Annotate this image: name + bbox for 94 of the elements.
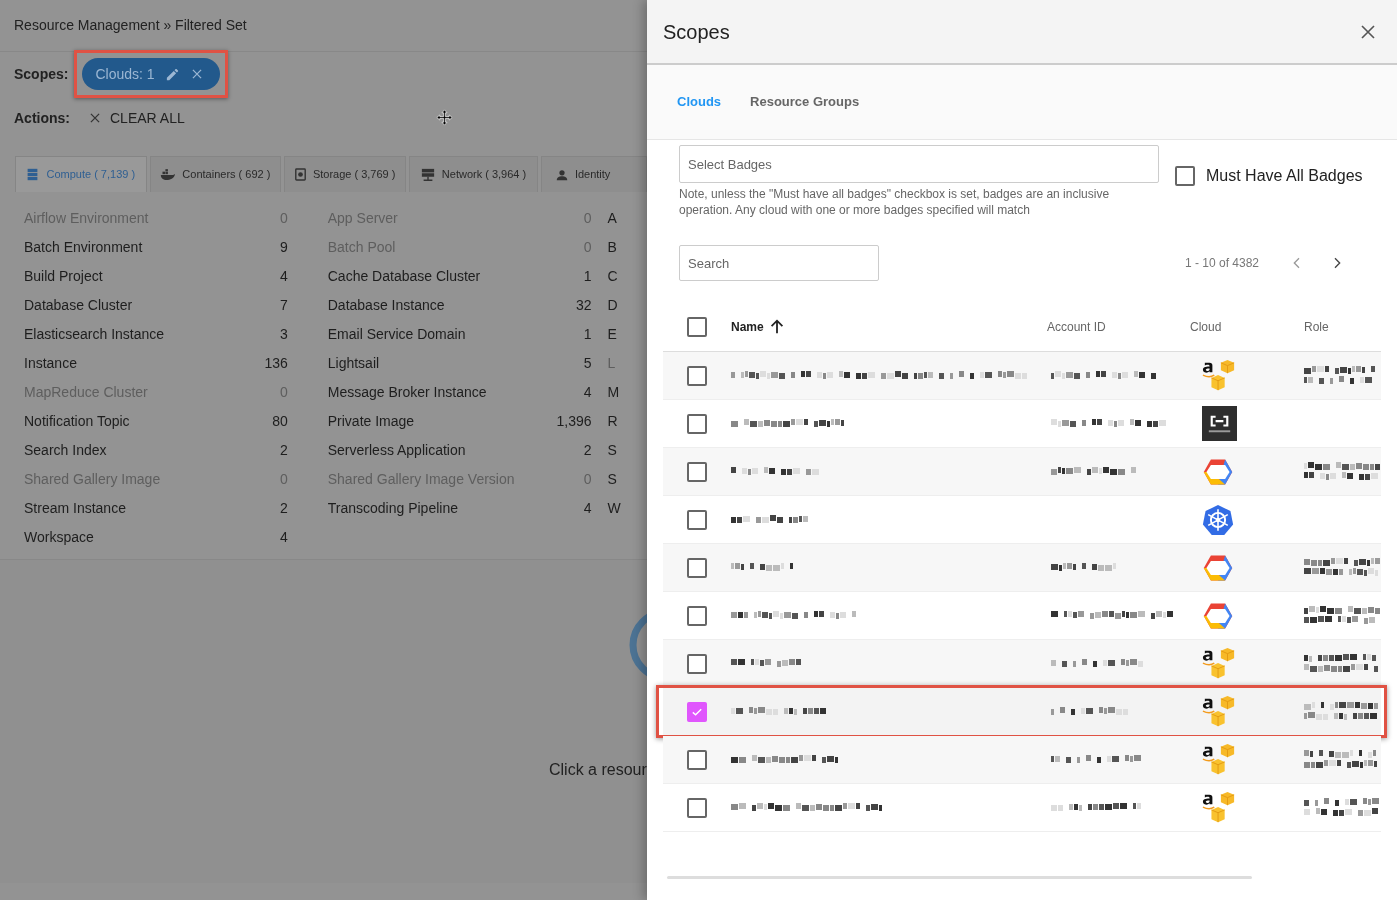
resource-tab[interactable]: Storage ( 3,769 ) <box>284 156 407 192</box>
resource-type-link[interactable]: Workspace <box>24 527 94 548</box>
resource-count: 5 <box>583 354 592 373</box>
panel-title: Scopes <box>663 19 730 45</box>
redacted-text <box>731 658 801 669</box>
network-icon <box>420 167 435 182</box>
scope-tab[interactable]: Clouds <box>677 92 722 112</box>
checkbox[interactable] <box>687 797 707 818</box>
resource-type-link[interactable]: Notification Topic <box>24 411 130 432</box>
resource-type-link[interactable]: W <box>607 498 621 519</box>
aws-boxes-icon <box>1202 358 1236 393</box>
resource-tab[interactable]: Network ( 3,964 ) <box>409 156 538 192</box>
resource-count: 4 <box>279 267 288 286</box>
resource-tab[interactable]: Containers ( 692 ) <box>149 156 282 192</box>
resource-type-link[interactable]: Database Instance <box>327 295 445 316</box>
resource-type-link[interactable]: C <box>607 266 618 287</box>
person-icon <box>555 168 568 181</box>
table-row[interactable] <box>663 352 1381 400</box>
resource-type-link[interactable]: Build Project <box>24 266 103 287</box>
resource-count: 4 <box>583 499 592 518</box>
helm-wheel-icon <box>1202 503 1234 536</box>
search-field[interactable]: Search <box>679 245 879 281</box>
resource-type-link[interactable]: Stream Instance <box>24 498 126 519</box>
resource-count: 1,396 <box>556 412 592 431</box>
resource-type-link[interactable]: Message Broker Instance <box>327 382 487 403</box>
help-text: Note, unless the "Must have all badges" checkbox is set, badges are an inclusive operation. Any cloud with one or more badges specified will match <box>679 186 1111 218</box>
resource-count: 80 <box>272 412 288 431</box>
resource-type-link[interactable]: Private Image <box>327 411 415 432</box>
clear-all-button[interactable]: CLEAR ALL <box>88 107 185 129</box>
resource-type-link[interactable]: Elasticsearch Instance <box>24 324 165 345</box>
resource-type-link[interactable]: M <box>607 382 620 403</box>
resource-count: 3 <box>279 325 288 344</box>
resource-type-link[interactable]: R <box>607 411 618 432</box>
column-header[interactable]: Name <box>731 317 764 336</box>
resource-type-link[interactable]: Database Cluster <box>24 295 133 316</box>
column-header[interactable]: Account ID <box>1047 317 1106 336</box>
checkbox[interactable] <box>687 509 707 530</box>
server-icon <box>26 168 40 181</box>
checkbox[interactable] <box>687 316 707 337</box>
actions-label: Actions: <box>14 108 70 128</box>
resource-type-link[interactable]: Email Service Domain <box>327 324 466 345</box>
resource-type-link[interactable]: Instance <box>24 353 77 374</box>
move-cursor-icon <box>436 109 453 126</box>
edit-icon[interactable] <box>164 66 180 82</box>
resource-count: 1 <box>583 325 592 344</box>
resource-type-link[interactable]: E <box>607 324 617 345</box>
resource-type-link[interactable]: D <box>607 295 618 316</box>
resource-count: 4 <box>583 383 592 402</box>
bracket-logo-icon <box>1202 406 1237 441</box>
column-header[interactable]: Cloud <box>1190 317 1222 336</box>
resource-count: 2 <box>279 499 288 518</box>
checkbox[interactable] <box>687 749 707 770</box>
resource-count: 1 <box>583 267 592 286</box>
resource-count: 4 <box>279 528 288 547</box>
close-icon <box>88 111 102 125</box>
scope-tab[interactable]: Resource Groups <box>750 92 860 112</box>
resource-type-link[interactable]: A <box>607 208 617 229</box>
resource-count: 32 <box>575 296 592 315</box>
checkbox[interactable] <box>1175 166 1195 186</box>
aws-boxes-icon <box>1202 742 1236 777</box>
aws-boxes-icon <box>1202 694 1236 729</box>
resource-tab[interactable]: Identity <box>540 156 647 192</box>
aws-boxes-icon <box>1202 646 1236 681</box>
resource-type-link[interactable]: Cache Database Cluster <box>327 266 481 287</box>
whale-icon <box>160 168 176 181</box>
resource-type-link[interactable]: B <box>607 237 617 258</box>
checkbox[interactable] <box>687 461 707 482</box>
checkbox[interactable] <box>687 365 707 386</box>
resource-type-link[interactable]: Transcoding Pipeline <box>327 498 458 519</box>
resource-type-link[interactable]: S <box>607 440 617 461</box>
resource-count: 136 <box>264 354 288 373</box>
checkbox-label: Must Have All Badges <box>1206 166 1363 186</box>
resource-type-link[interactable]: Search Index <box>24 440 107 461</box>
resource-type-link[interactable]: Lightsail <box>327 353 380 374</box>
resource-type-link[interactable]: S <box>607 469 617 490</box>
breadcrumb: Resource Management » Filtered Set <box>14 16 247 35</box>
resource-count: 7 <box>279 296 288 315</box>
aws-boxes-icon <box>1202 790 1236 825</box>
resource-type-link[interactable]: Serverless Application <box>327 440 466 461</box>
pagination-text: 1 - 10 of 4382 <box>1184 255 1259 272</box>
checkbox[interactable] <box>687 653 707 674</box>
resource-count: 2 <box>279 441 288 460</box>
resource-type-link[interactable]: Batch Environment <box>24 237 143 258</box>
checkbox[interactable] <box>687 605 707 626</box>
resource-count: 9 <box>279 238 288 257</box>
scope-chip[interactable]: Clouds: 1 <box>82 58 220 90</box>
hint-text: Click a resour <box>549 760 647 780</box>
scopes-label: Scopes: <box>14 64 69 84</box>
checkbox[interactable] <box>687 557 707 578</box>
badges-field[interactable]: Select Badges <box>679 145 1159 183</box>
column-header[interactable]: Role <box>1304 317 1329 336</box>
checkbox[interactable] <box>687 413 707 434</box>
scrollbar[interactable] <box>667 876 1252 879</box>
resource-count: 2 <box>583 441 592 460</box>
